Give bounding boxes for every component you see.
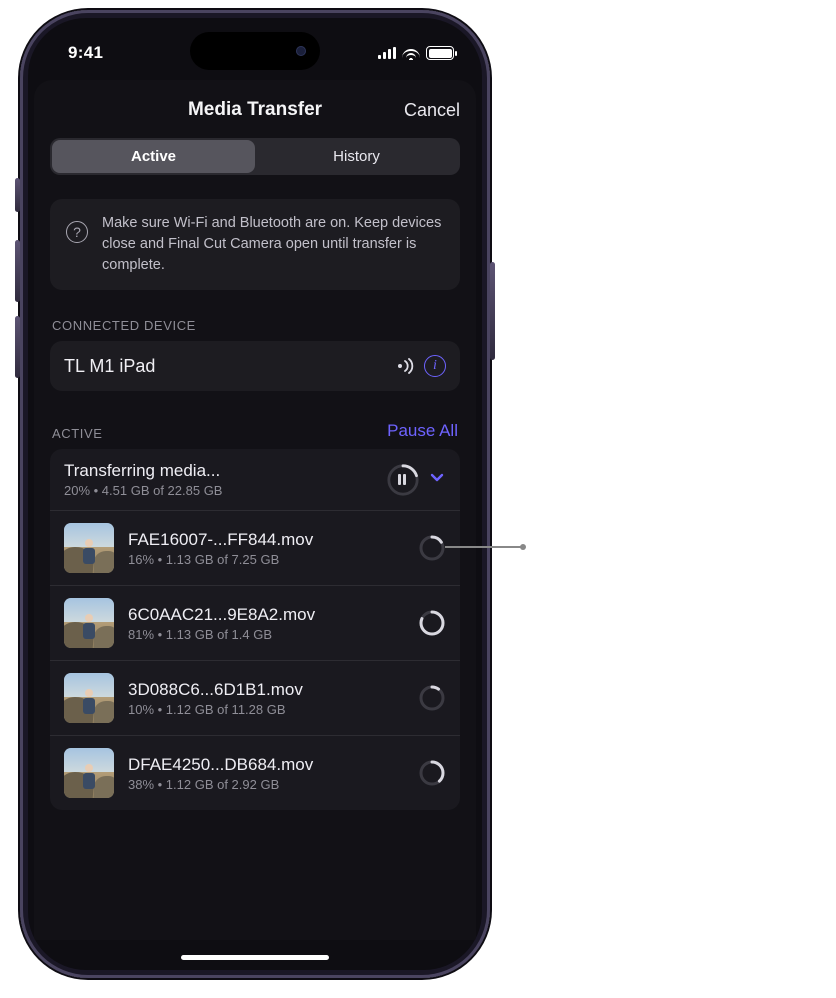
device-name: TL M1 iPad — [64, 356, 396, 377]
silent-switch[interactable] — [15, 178, 20, 212]
file-thumbnail — [64, 748, 114, 798]
file-progress-icon — [418, 534, 446, 562]
file-row[interactable]: 6C0AAC21...9E8A2.mov 81% • 1.13 GB of 1.… — [50, 586, 460, 661]
file-row[interactable]: 3D088C6...6D1B1.mov 10% • 1.12 GB of 11.… — [50, 661, 460, 736]
tab-history[interactable]: History — [255, 140, 458, 173]
status-bar: 9:41 — [28, 18, 482, 74]
pause-all-button[interactable]: Pause All — [387, 421, 458, 441]
callout-line — [445, 546, 525, 548]
cellular-signal-icon — [378, 47, 396, 59]
file-progress-icon — [418, 684, 446, 712]
tab-active[interactable]: Active — [52, 140, 255, 173]
info-banner: ? Make sure Wi-Fi and Bluetooth are on. … — [50, 199, 460, 290]
connected-device-row[interactable]: TL M1 iPad i — [50, 341, 460, 391]
nav-bar: Media Transfer Cancel — [50, 94, 460, 126]
info-text: Make sure Wi-Fi and Bluetooth are on. Ke… — [102, 213, 444, 276]
summary-title: Transferring media... — [64, 461, 222, 481]
file-name: FAE16007-...FF844.mov — [128, 530, 404, 550]
page-title: Media Transfer — [188, 99, 322, 121]
transfers-list: Transferring media... 20% • 4.51 GB of 2… — [50, 449, 460, 810]
status-time: 9:41 — [68, 43, 103, 63]
file-subtitle: 10% • 1.12 GB of 11.28 GB — [128, 702, 404, 717]
transfer-summary-row[interactable]: Transferring media... 20% • 4.51 GB of 2… — [50, 449, 460, 511]
side-button[interactable] — [490, 262, 495, 360]
tab-segmented-control: Active History — [50, 138, 460, 175]
file-thumbnail — [64, 523, 114, 573]
pause-transfer-button[interactable] — [386, 463, 420, 497]
summary-subtitle: 20% • 4.51 GB of 22.85 GB — [64, 483, 222, 498]
info-icon[interactable]: i — [424, 355, 446, 377]
file-subtitle: 81% • 1.13 GB of 1.4 GB — [128, 627, 404, 642]
wifi-icon — [402, 46, 420, 60]
phone-frame: 9:41 Media Transfer Cancel Active Histor… — [20, 10, 490, 978]
camera-dot-icon — [296, 46, 306, 56]
screen: 9:41 Media Transfer Cancel Active Histor… — [28, 18, 482, 970]
file-name: DFAE4250...DB684.mov — [128, 755, 404, 775]
chevron-down-icon[interactable] — [428, 468, 446, 492]
volume-up-button[interactable] — [15, 240, 20, 302]
active-section-label: ACTIVE — [52, 426, 103, 441]
file-name: 3D088C6...6D1B1.mov — [128, 680, 404, 700]
cancel-button[interactable]: Cancel — [404, 100, 460, 121]
dynamic-island — [190, 32, 320, 70]
sheet: Media Transfer Cancel Active History ? M… — [34, 80, 476, 940]
volume-down-button[interactable] — [15, 316, 20, 378]
file-subtitle: 38% • 1.12 GB of 2.92 GB — [128, 777, 404, 792]
file-row[interactable]: FAE16007-...FF844.mov 16% • 1.13 GB of 7… — [50, 511, 460, 586]
file-thumbnail — [64, 598, 114, 648]
file-thumbnail — [64, 673, 114, 723]
connected-device-section-label: CONNECTED DEVICE — [52, 318, 458, 333]
airplay-signal-icon — [396, 358, 416, 374]
file-row[interactable]: DFAE4250...DB684.mov 38% • 1.12 GB of 2.… — [50, 736, 460, 810]
file-name: 6C0AAC21...9E8A2.mov — [128, 605, 404, 625]
battery-icon — [426, 46, 454, 60]
help-icon[interactable]: ? — [66, 221, 88, 243]
file-subtitle: 16% • 1.13 GB of 7.25 GB — [128, 552, 404, 567]
home-indicator[interactable] — [181, 955, 329, 960]
file-progress-icon — [418, 759, 446, 787]
file-progress-icon — [418, 609, 446, 637]
